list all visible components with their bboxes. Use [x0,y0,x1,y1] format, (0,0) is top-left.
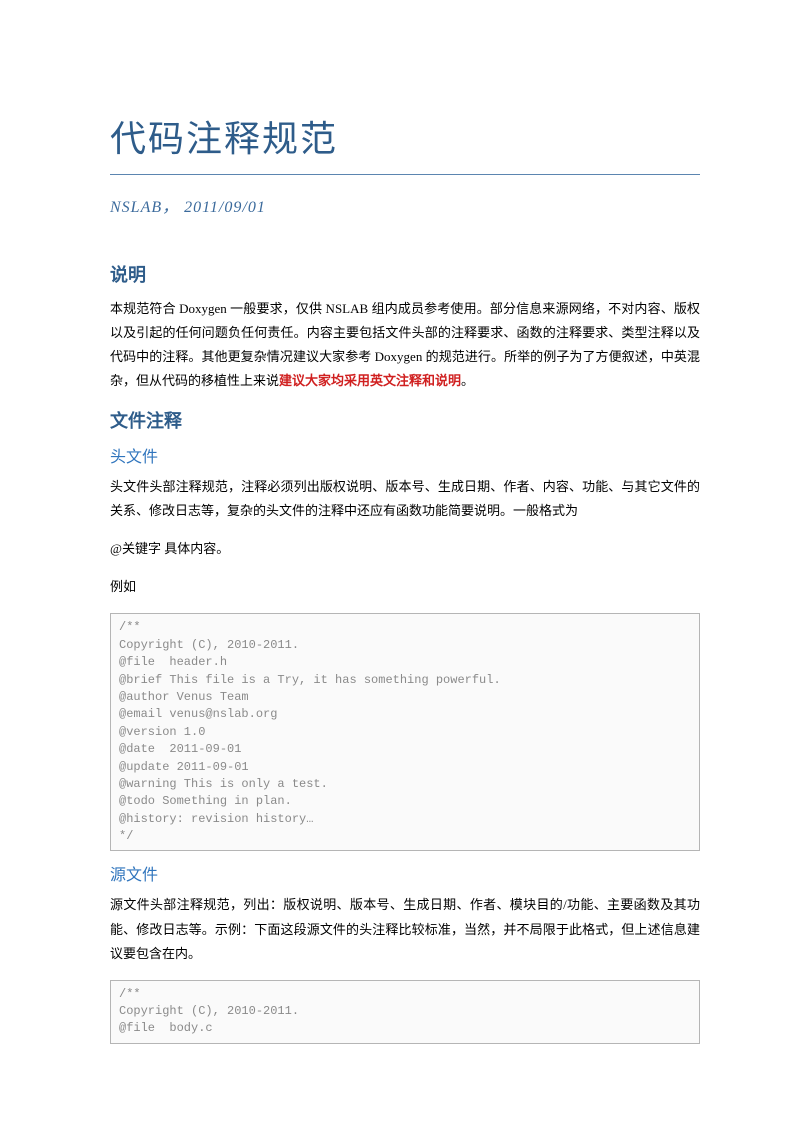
section-file-heading: 文件注释 [110,407,700,433]
header-paragraph: 头文件头部注释规范，注释必须列出版权说明、版本号、生成日期、作者、内容、功能、与… [110,475,700,523]
source-code-block: /** Copyright (C), 2010-2011. @file body… [110,980,700,1044]
section-header-heading: 头文件 [110,443,700,467]
source-paragraph: 源文件头部注释规范，列出：版权说明、版本号、生成日期、作者、模块目的/功能、主要… [110,893,700,965]
header-example-label: 例如 [110,575,700,599]
header-format: @关键字 具体内容。 [110,537,700,561]
document-page: 代码注释规范 NSLAB， 2011/09/01 说明 本规范符合 Doxyge… [0,0,800,1131]
page-subtitle: NSLAB， 2011/09/01 [110,193,700,217]
intro-text-end: 。 [461,373,474,388]
section-intro-heading: 说明 [110,261,700,287]
intro-text-highlight: 建议大家均采用英文注释和说明 [279,373,461,388]
header-code-block: /** Copyright (C), 2010-2011. @file head… [110,613,700,851]
section-source-heading: 源文件 [110,861,700,885]
page-title: 代码注释规范 [110,110,700,175]
intro-paragraph: 本规范符合 Doxygen 一般要求，仅供 NSLAB 组内成员参考使用。部分信… [110,297,700,393]
